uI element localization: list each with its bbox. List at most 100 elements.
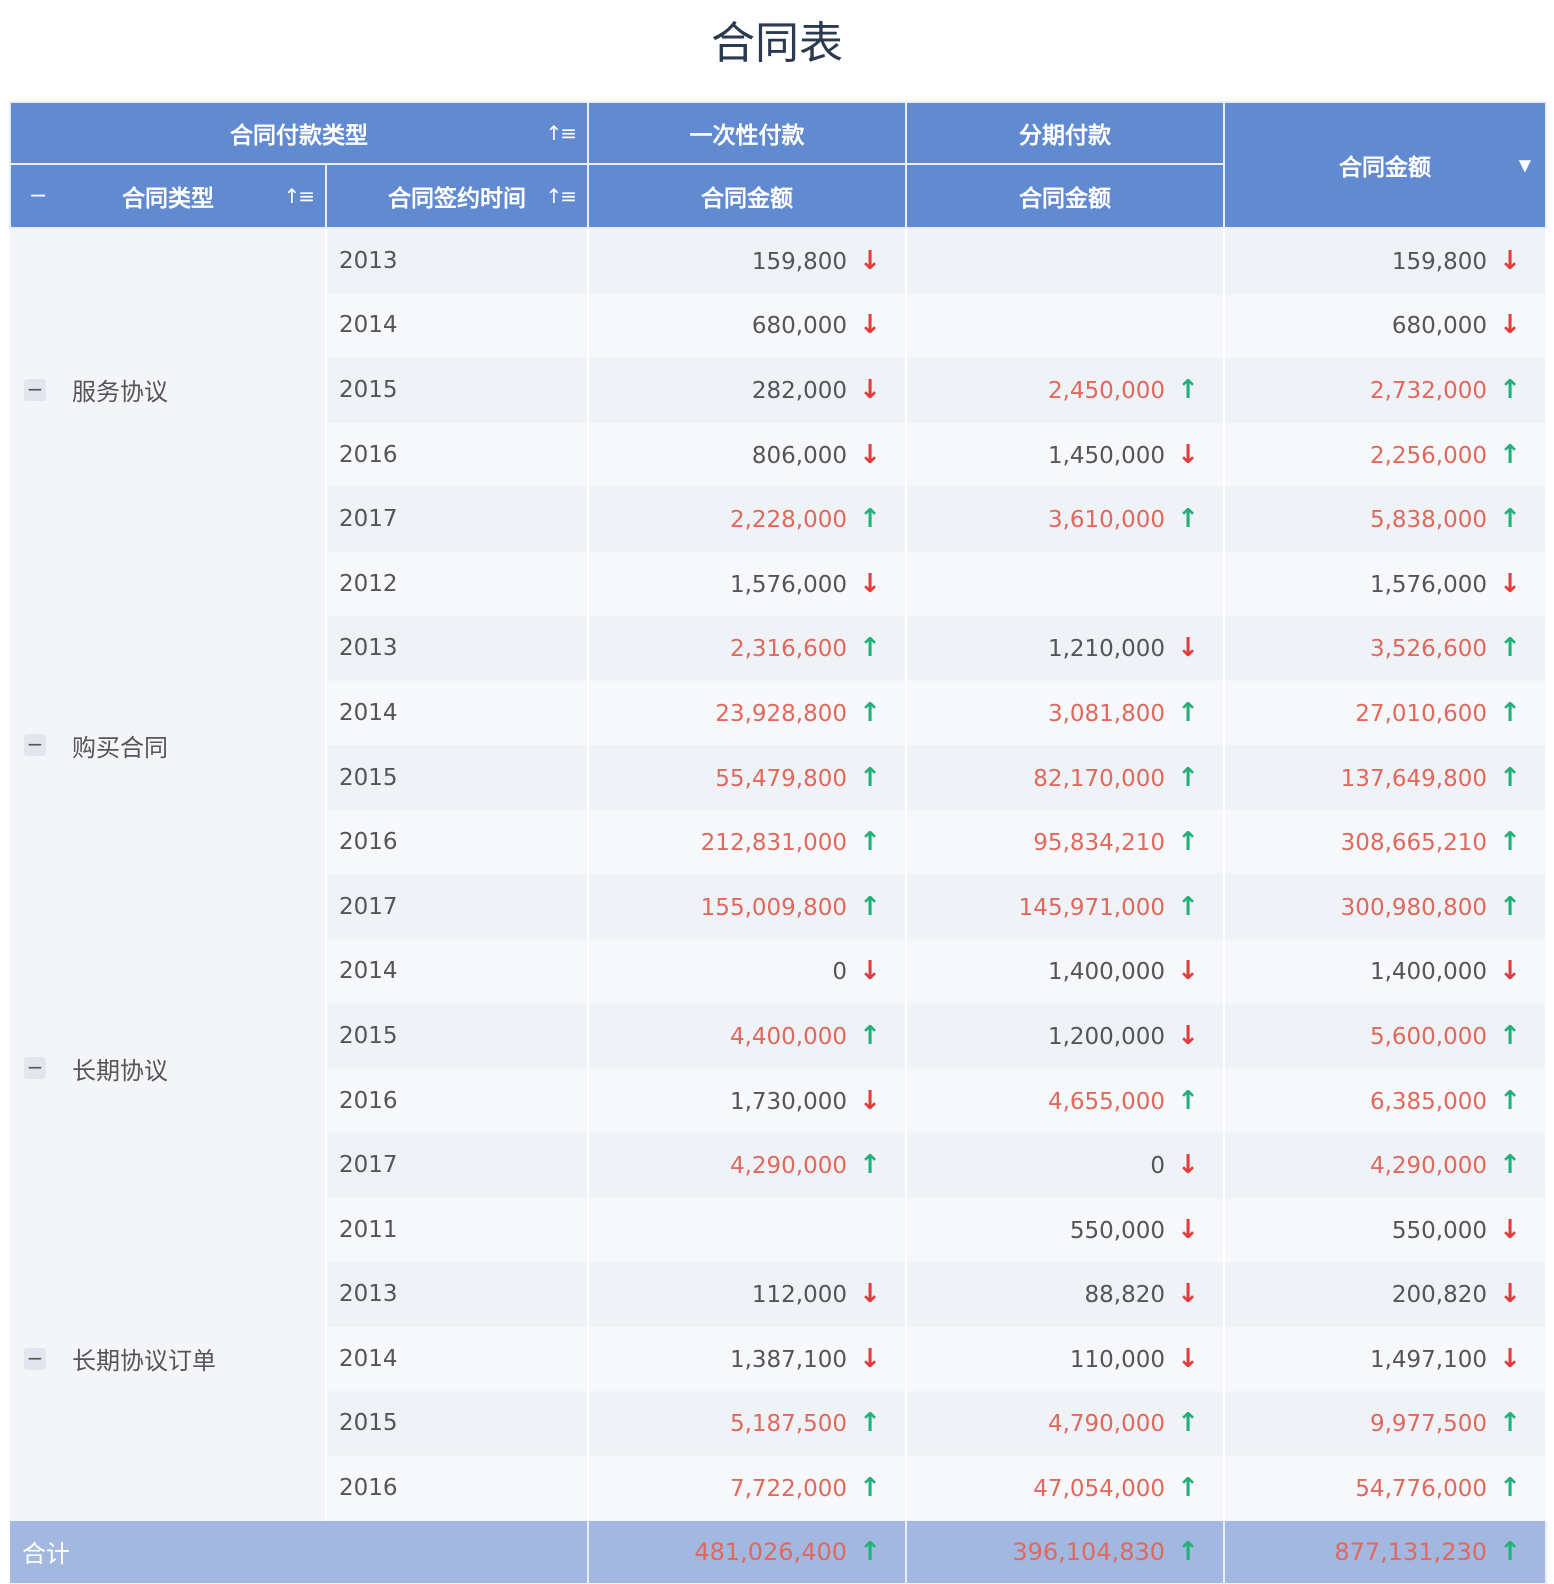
header-total-amount[interactable]: 合同金额 ▼ — [1223, 101, 1547, 229]
arrow-up-icon: ↑ — [859, 1473, 881, 1504]
collapse-icon[interactable]: − — [24, 1347, 46, 1370]
arrow-up-icon: ↑ — [1177, 762, 1199, 793]
total-row: 合计 481,026,400 ↑ 396,104,830 ↑ 877,131,230 ↑ — [10, 1520, 1547, 1584]
header-one-time[interactable]: 一次性付款 — [587, 101, 907, 165]
collapse-icon[interactable]: − — [24, 378, 46, 401]
one-time-amount-cell: 1,730,000 ↓ — [588, 1068, 907, 1134]
arrow-down-icon: ↓ — [1177, 956, 1199, 987]
group-name: 购买合同 — [72, 733, 168, 762]
total-amount-cell: 54,776,000 ↑ — [1224, 1455, 1547, 1521]
arrow-down-icon: ↓ — [1499, 956, 1521, 987]
amount-value: 4,400,000 — [729, 1023, 847, 1050]
amount-value: 4,790,000 — [1047, 1411, 1165, 1438]
group-name: 长期协议 — [72, 1056, 168, 1085]
one-time-amount-cell: 112,000 ↓ — [588, 1262, 907, 1328]
amount-value: 0 — [1150, 1153, 1165, 1180]
sort-icon[interactable]: ↑≡ — [283, 184, 314, 208]
installment-amount-cell: 3,081,800 ↑ — [906, 680, 1225, 746]
total-amount-cell: 4,290,000 ↑ — [1224, 1132, 1547, 1198]
one-time-amount-cell: 23,928,800 ↑ — [588, 680, 907, 746]
arrow-up-icon: ↑ — [859, 1536, 881, 1567]
header-payment-type[interactable]: 合同付款类型 ↑≡ — [9, 101, 589, 165]
arrow-down-icon: ↓ — [1499, 568, 1521, 599]
amount-value: 88,820 — [1084, 1282, 1165, 1309]
year-cell: 2015 — [326, 1003, 589, 1069]
sort-icon[interactable]: ↑≡ — [545, 121, 576, 145]
installment-amount-cell — [906, 551, 1225, 617]
amount-value: 1,400,000 — [1047, 959, 1165, 986]
arrow-up-icon: ↑ — [1177, 374, 1199, 405]
installment-amount-cell: 550,000 ↓ — [906, 1197, 1225, 1263]
total-amount-cell: 2,732,000 ↑ — [1224, 357, 1547, 423]
installment-amount-cell: 95,834,210 ↑ — [906, 809, 1225, 875]
collapse-icon[interactable]: − — [24, 734, 46, 757]
installment-amount-cell — [906, 228, 1225, 294]
arrow-down-icon: ↓ — [1499, 310, 1521, 341]
one-time-amount-cell: 159,800 ↓ — [588, 228, 907, 294]
total-amount-cell: 550,000 ↓ — [1224, 1197, 1547, 1263]
total-label: 合计 — [10, 1520, 589, 1584]
collapse-all-icon[interactable]: − — [29, 184, 47, 209]
installment-amount-cell: 1,400,000 ↓ — [906, 939, 1225, 1005]
one-time-amount-cell: 1,387,100 ↓ — [588, 1326, 907, 1392]
amount-value: 5,187,500 — [729, 1411, 847, 1438]
arrow-down-icon: ↓ — [859, 374, 881, 405]
installment-amount-cell: 0 ↓ — [906, 1132, 1225, 1198]
header-one-time-amount[interactable]: 合同金额 — [587, 163, 907, 229]
amount-value: 9,977,500 — [1369, 1411, 1487, 1438]
total-amount-cell: 3,526,600 ↑ — [1224, 616, 1547, 682]
arrow-down-icon: ↓ — [1177, 439, 1199, 470]
amount-value: 1,387,100 — [729, 1346, 847, 1373]
sort-icon[interactable]: ↑≡ — [545, 184, 576, 208]
amount-value: 282,000 — [751, 377, 847, 404]
arrow-up-icon: ↑ — [1177, 827, 1199, 858]
amount-value: 145,971,000 — [1018, 894, 1165, 921]
one-time-amount-cell: 2,228,000 ↑ — [588, 486, 907, 552]
header-total-amount-label: 合同金额 — [1339, 155, 1431, 181]
header-installment-amount[interactable]: 合同金额 — [905, 163, 1225, 229]
total-amount-cell: 481,026,400 ↑ — [588, 1520, 907, 1584]
collapse-icon[interactable]: − — [24, 1057, 46, 1080]
one-time-amount-cell: 1,576,000 ↓ — [588, 551, 907, 617]
dropdown-icon[interactable]: ▼ — [1519, 156, 1531, 175]
arrow-up-icon: ↑ — [1177, 697, 1199, 728]
installment-amount-cell: 82,170,000 ↑ — [906, 745, 1225, 811]
amount-value: 95,834,210 — [1033, 830, 1165, 857]
amount-value: 4,290,000 — [1369, 1153, 1487, 1180]
amount-value: 6,385,000 — [1369, 1088, 1487, 1115]
installment-amount-cell — [906, 293, 1225, 359]
amount-value: 5,838,000 — [1369, 507, 1487, 534]
header-contract-type[interactable]: − 合同类型 ↑≡ — [9, 163, 327, 229]
arrow-up-icon: ↑ — [1499, 439, 1521, 470]
arrow-up-icon: ↑ — [1499, 1085, 1521, 1116]
arrow-up-icon: ↑ — [1499, 374, 1521, 405]
amount-value: 4,655,000 — [1047, 1088, 1165, 1115]
table-row: − 长期协议订单 2011 550,000 ↓ 550,000 ↓ — [10, 1197, 1547, 1521]
amount-value: 5,600,000 — [1369, 1023, 1487, 1050]
amount-value: 3,081,800 — [1047, 700, 1165, 727]
arrow-up-icon: ↑ — [859, 891, 881, 922]
group-name: 服务协议 — [72, 378, 168, 407]
arrow-up-icon: ↑ — [1499, 504, 1521, 535]
arrow-down-icon: ↓ — [1177, 1150, 1199, 1181]
group-cell: − 长期协议订单 — [10, 1197, 327, 1521]
installment-amount-cell: 88,820 ↓ — [906, 1262, 1225, 1328]
total-amount-cell: 200,820 ↓ — [1224, 1262, 1547, 1328]
amount-value: 137,649,800 — [1340, 765, 1487, 792]
amount-value: 0 — [832, 959, 847, 986]
amount-value: 2,316,600 — [729, 636, 847, 663]
amount-value: 680,000 — [1391, 313, 1487, 340]
arrow-up-icon: ↑ — [859, 697, 881, 728]
amount-value: 200,820 — [1391, 1282, 1487, 1309]
year-cell: 2016 — [326, 422, 589, 488]
amount-value: 1,576,000 — [1369, 571, 1487, 598]
total-amount-cell: 2,256,000 ↑ — [1224, 422, 1547, 488]
arrow-up-icon: ↑ — [859, 827, 881, 858]
header-installment[interactable]: 分期付款 — [905, 101, 1225, 165]
header-sign-time[interactable]: 合同签约时间 ↑≡ — [325, 163, 589, 229]
year-cell: 2014 — [326, 293, 589, 359]
installment-amount-cell: 1,450,000 ↓ — [906, 422, 1225, 488]
installment-amount-cell: 1,200,000 ↓ — [906, 1003, 1225, 1069]
table-row: − 长期协议 2014 0 ↓ 1,400,000 ↓ 1,400,000 ↓ — [10, 939, 1547, 1198]
one-time-amount-cell: 7,722,000 ↑ — [588, 1455, 907, 1521]
